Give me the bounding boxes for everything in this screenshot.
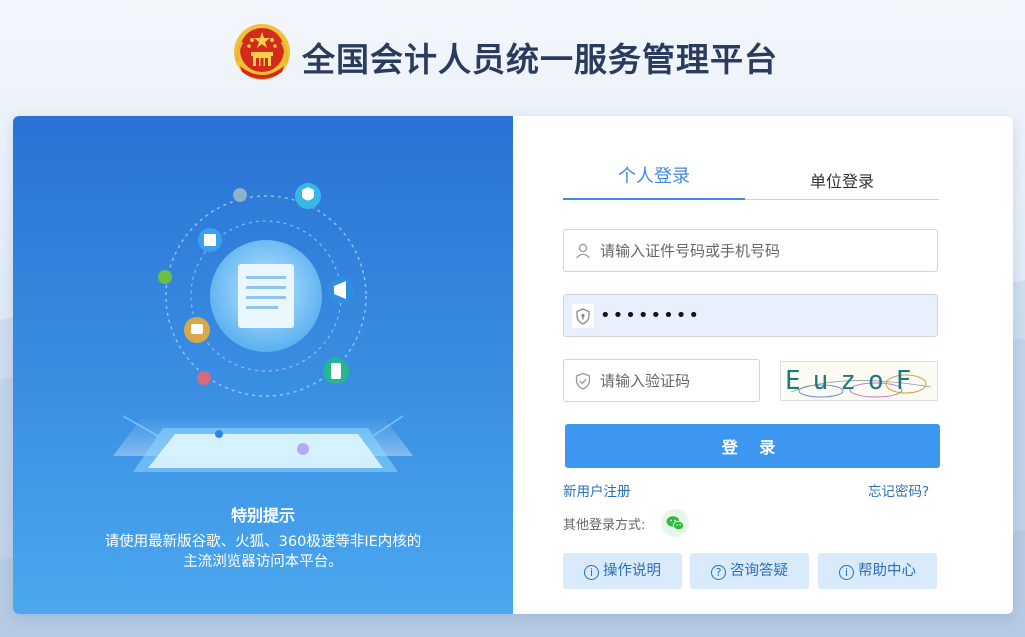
shield-check-icon [575, 372, 591, 390]
national-emblem-icon [234, 24, 290, 80]
login-form: 个人登录 单位登录 请输入证件号码或手机号码 •••••••• 请输入验证码 E… [0, 116, 1025, 614]
wechat-login-button[interactable] [661, 509, 689, 537]
operation-guide-button[interactable]: i 操作说明 [563, 553, 682, 589]
info-icon: i [584, 565, 599, 580]
forgot-password-link[interactable]: 忘记密码? [868, 480, 929, 500]
shield-lock-icon [576, 308, 590, 325]
help-center-button[interactable]: i 帮助中心 [818, 553, 937, 589]
operation-guide-label: 操作说明 [603, 563, 661, 579]
header: 全国会计人员统一服务管理平台 [0, 0, 1025, 110]
tab-organization-login[interactable]: 单位登录 [751, 168, 933, 192]
wechat-icon [666, 516, 685, 531]
captcha-image[interactable]: EuzoF [780, 361, 938, 401]
other-login-label: 其他登录方式: [563, 518, 646, 533]
captcha-input[interactable] [600, 360, 750, 401]
captcha-graphic: EuzoF [785, 366, 932, 398]
login-tabs: 个人登录 单位登录 [563, 160, 939, 200]
faq-button[interactable]: ? 咨询答疑 [690, 553, 809, 589]
info-icon: i [839, 565, 854, 580]
tab-personal-login[interactable]: 个人登录 [563, 162, 745, 188]
captcha-text: EuzoF [785, 366, 923, 396]
site-title: 全国会计人员统一服务管理平台 [302, 40, 778, 79]
password-input[interactable] [600, 295, 930, 336]
question-icon: ? [711, 565, 726, 580]
faq-label: 咨询答疑 [730, 563, 788, 579]
user-icon [576, 243, 590, 259]
username-field [563, 229, 938, 272]
username-input[interactable] [600, 230, 930, 271]
captcha-field [563, 359, 760, 402]
help-center-label: 帮助中心 [858, 563, 916, 579]
login-button[interactable]: 登 录 [565, 424, 940, 468]
password-field [563, 294, 938, 337]
active-tab-indicator [563, 198, 745, 200]
password-lock-box [572, 304, 594, 328]
register-link[interactable]: 新用户注册 [563, 480, 631, 500]
